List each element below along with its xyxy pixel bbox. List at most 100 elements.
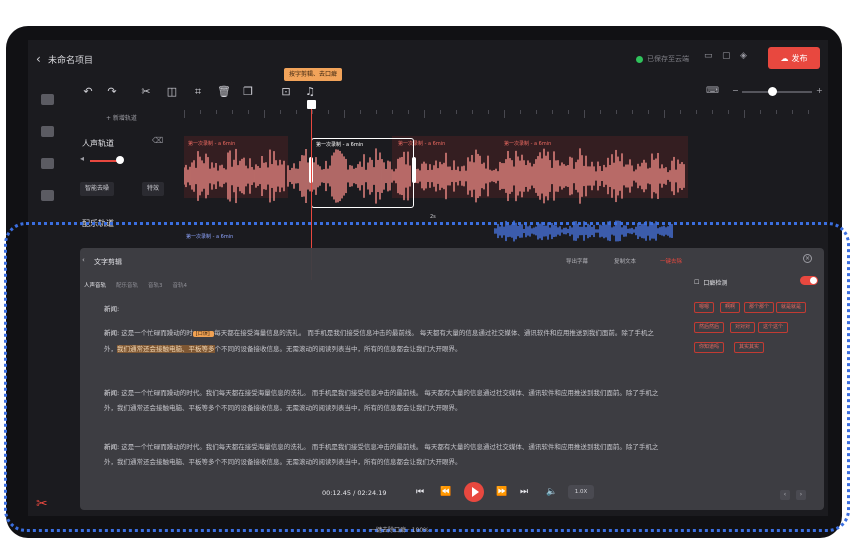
ruler-tick: [520, 110, 521, 114]
track-tabs: 人声音轨 配乐音轨 音轨3 音轨4: [84, 281, 187, 289]
ruler-tick: [568, 110, 569, 114]
highlighted-text[interactable]: 我们通常还会接触电脑、平板等多: [117, 345, 215, 353]
saved-icon: [636, 55, 643, 63]
copy-icon[interactable]: ❐: [240, 84, 256, 100]
ruler-tick: [760, 110, 761, 114]
vocal-track-title: 人声轨道: [82, 139, 114, 148]
speaker-heading: 新闻:: [104, 305, 120, 313]
filler-chip[interactable]: 你知道吗: [694, 342, 725, 353]
speed-selector[interactable]: 1.0X: [568, 485, 594, 499]
volume-slider-handle[interactable]: [116, 156, 124, 164]
bottom-clip-label: 第一次录制 - a 6min: [186, 234, 234, 240]
tab-track3[interactable]: 音轨3: [148, 281, 163, 289]
filler-chip[interactable]: 那个那个: [744, 302, 775, 313]
ruler-tick: [296, 110, 297, 114]
export-subtitle-button[interactable]: 导出字幕: [566, 257, 588, 265]
zoom-slider-handle[interactable]: [768, 87, 777, 96]
skip-end-icon[interactable]: ⏭: [520, 487, 528, 497]
publish-button[interactable]: ☁ 发布: [768, 47, 820, 69]
volume-icon[interactable]: 🔈: [546, 487, 557, 497]
filler-tag[interactable]: [口误]: [192, 331, 215, 337]
denoise-button[interactable]: 智能去噪: [80, 182, 115, 196]
back-icon[interactable]: ‹: [36, 52, 41, 66]
filler-detection-toggle[interactable]: [800, 276, 818, 285]
document-icon[interactable]: ▭: [704, 51, 716, 63]
zoom-control: ⌨ − +: [706, 86, 826, 98]
split-icon[interactable]: ◫: [164, 84, 180, 100]
ruler-tick: [552, 110, 553, 114]
dub-track-title: 配乐轨道: [82, 219, 114, 228]
delete-icon[interactable]: 🗑: [216, 84, 232, 100]
filler-chip[interactable]: 啊啊: [720, 302, 741, 313]
filler-chip[interactable]: 其实其实: [734, 342, 765, 353]
tab-vocal[interactable]: 人声音轨: [84, 281, 106, 289]
panel-back-icon[interactable]: ‹: [82, 256, 85, 264]
filler-chip[interactable]: 对对对: [730, 322, 756, 333]
ruler-tick: [280, 110, 281, 114]
selected-clip-label: 第一次录制 - a 6min: [316, 142, 364, 148]
text-icon[interactable]: [41, 190, 54, 201]
ruler-tick: [376, 110, 377, 114]
ruler-tick: [328, 110, 329, 114]
clip-selection[interactable]: [309, 138, 416, 208]
ruler-tick: [200, 110, 201, 114]
text-edit-icon[interactable]: ⊡: [278, 84, 294, 100]
audio-edit-icon[interactable]: ♫: [302, 84, 318, 100]
ruler-tick: [776, 110, 777, 114]
redo-icon[interactable]: ↷: [104, 84, 120, 100]
ruler-tick: [584, 110, 585, 118]
filler-chip[interactable]: 然后然后: [694, 322, 725, 333]
rewind-icon[interactable]: ⏪: [440, 487, 451, 497]
clip-label: 第一次录制 - a 6min: [504, 141, 552, 147]
zoom-out-icon[interactable]: −: [732, 86, 739, 95]
ruler-tick: [456, 110, 457, 114]
tab-music[interactable]: 配乐音轨: [116, 281, 138, 289]
transcript-area[interactable]: 新闻: 新闻: 这是一个忙碌而躁动的时 [口误] 每天都在接受海量信息的洗礼。 而…: [80, 298, 664, 468]
ruler-tick: [408, 110, 409, 114]
transcript-paragraph[interactable]: 新闻: 这是一个忙碌而躁动的时 [口误] 每天都在接受海量信息的洗礼。 而手机是我…: [104, 326, 664, 357]
ruler-tick: [232, 110, 233, 114]
ruler-tick: [664, 110, 665, 118]
effects-button[interactable]: 特效: [142, 182, 165, 196]
playback-bar: 00:12.45 / 02:24.19 ⏮ ⏪ ⏩ ⏭ 🔈 1.0X: [80, 478, 824, 508]
location-icon[interactable]: ◈: [740, 51, 752, 63]
panel-title: 文字剪辑: [94, 258, 122, 266]
remove-filler-button[interactable]: 一键去除: [660, 257, 682, 265]
tab-track4[interactable]: 音轨4: [173, 281, 188, 289]
skip-start-icon[interactable]: ⏮: [416, 487, 424, 497]
speaker-icon[interactable]: [41, 158, 54, 169]
project-title[interactable]: 未命名项目: [48, 53, 93, 66]
ruler-tick: [440, 110, 441, 114]
music-icon[interactable]: [41, 126, 54, 137]
transcript-paragraph[interactable]: 新闻: 这是一个忙碌而躁动的时代。我们每天都在接受海量信息的洗礼。 而手机是我们…: [104, 386, 664, 416]
close-icon[interactable]: ×: [803, 254, 812, 263]
timeline-ruler[interactable]: [184, 110, 828, 124]
ruler-tick: [312, 110, 313, 114]
play-button[interactable]: [464, 482, 484, 502]
crop-icon[interactable]: ⌗: [190, 84, 206, 100]
music-waveform: [494, 220, 673, 242]
vocal-waveform: [184, 148, 685, 204]
add-track-button[interactable]: + 新增轨道: [106, 113, 137, 122]
undo-icon[interactable]: ↶: [80, 84, 96, 100]
zoom-slider[interactable]: [742, 91, 812, 93]
filler-chip[interactable]: 就是就是: [776, 302, 807, 313]
keyboard-icon[interactable]: ⌨: [706, 86, 719, 96]
fast-forward-icon[interactable]: ⏩: [496, 487, 507, 497]
checkbox-icon[interactable]: ☐: [694, 279, 699, 286]
folder-icon[interactable]: [41, 94, 54, 105]
transcript-paragraph[interactable]: 新闻: 这是一个忙碌而躁动的时代。我们每天都在接受海量信息的洗礼。 而手机是我们…: [104, 440, 664, 468]
zoom-in-icon[interactable]: +: [816, 86, 823, 95]
ruler-tick: [248, 110, 249, 114]
filler-chip[interactable]: 这个这个: [758, 322, 789, 333]
copy-text-button[interactable]: 复制文本: [614, 257, 636, 265]
filler-chip[interactable]: 嗯嗯: [694, 302, 715, 313]
audio-clips-area[interactable]: 第一次录制 - a 6min 第一次录制 - a 6min 第一次录制 - a …: [184, 128, 828, 228]
tooltip: 按字剪辑、去口癖: [284, 68, 343, 81]
comment-icon[interactable]: ▢: [722, 51, 734, 63]
trash-icon[interactable]: ⌫: [152, 136, 163, 145]
selection-right-handle[interactable]: [412, 157, 416, 183]
playhead-handle[interactable]: [307, 100, 316, 109]
scissors-icon[interactable]: ✂: [138, 84, 154, 100]
ruler-tick: [680, 110, 681, 114]
